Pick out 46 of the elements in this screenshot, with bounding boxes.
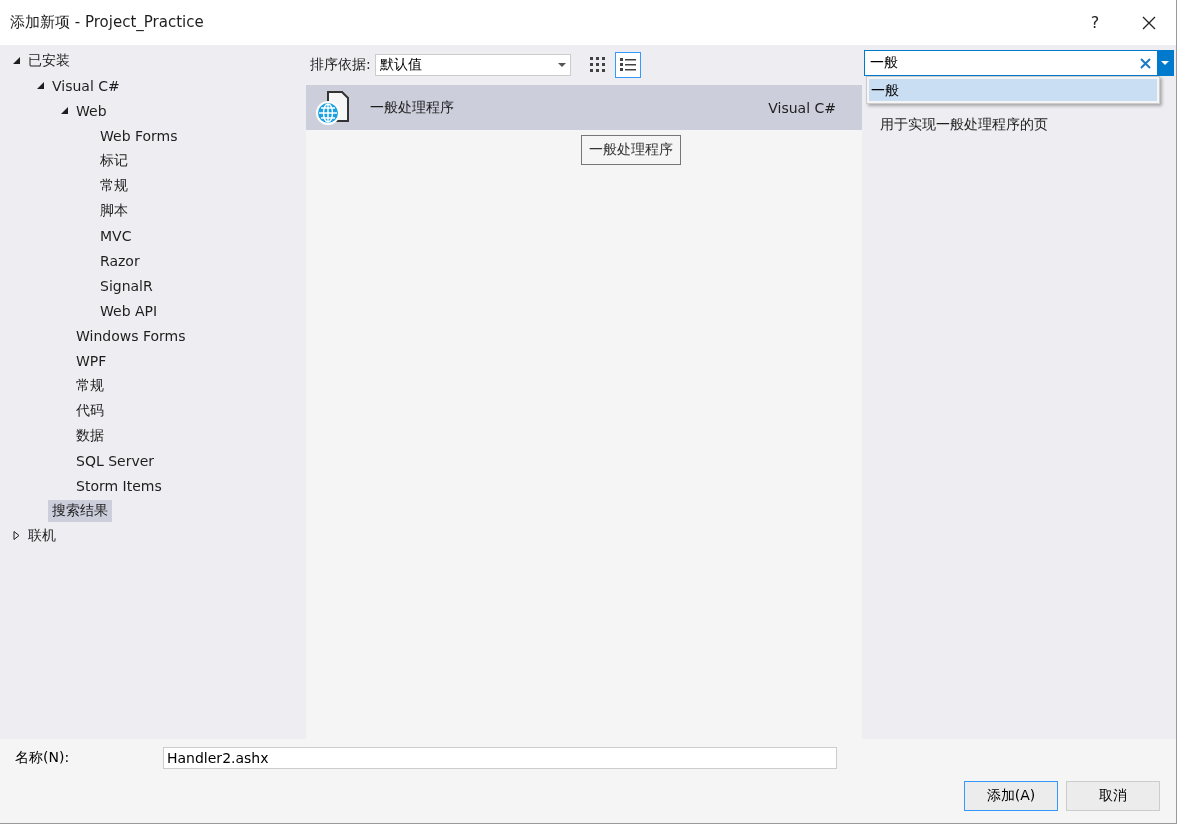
tree-item[interactable]: Razor [96,250,144,271]
tree-item[interactable]: Visual C# [48,75,124,96]
tree-item[interactable]: Windows Forms [72,325,190,346]
name-field[interactable]: Handler2.ashx [163,747,837,769]
grid-view-icon [589,57,606,73]
tree-item[interactable]: Web API [96,300,162,321]
window-title: 添加新项 - Project_Practice [10,13,205,32]
collapsed-arrow-icon[interactable] [11,531,21,540]
sort-dropdown[interactable]: 默认值 [374,54,571,76]
tree-item[interactable]: 常规 [72,374,108,397]
tree-item[interactable]: SQL Server [72,450,159,471]
expanded-arrow-icon[interactable] [11,56,21,65]
tooltip: 一般处理程序 [581,135,681,165]
tree-item[interactable]: 联机 [24,524,60,547]
tree-item[interactable]: 脚本 [96,199,132,222]
close-icon [1142,15,1156,30]
tree-item[interactable]: 已安装 [24,49,74,72]
expanded-arrow-icon[interactable] [59,106,69,115]
tree-item[interactable]: 搜索结果 [48,499,112,522]
caret-icon [557,63,566,67]
dropdown-button[interactable] [1157,51,1173,75]
help-button[interactable]: ? [1068,0,1122,45]
name-label: 名称(N): [15,749,71,767]
tree-item[interactable]: WPF [72,350,111,371]
tree-item[interactable]: MVC [96,225,136,246]
caret-icon [1161,61,1169,65]
template-description: 用于实现一般处理程序的页 [879,116,1049,134]
tree-item[interactable]: Web [72,100,111,121]
cancel-button[interactable]: 取消 [1066,781,1160,811]
view-toggle-button[interactable] [614,52,641,78]
tree-item[interactable]: Storm Items [72,475,166,496]
tree-item[interactable]: 数据 [72,424,108,447]
globe-document-icon [314,88,352,127]
list-view-icon [619,57,636,73]
add-button[interactable]: 添加(A) [964,781,1058,811]
expanded-arrow-icon[interactable] [35,81,45,90]
sort-label: 排序依据: [310,56,371,74]
tree-item[interactable]: SignalR [96,275,157,296]
search-field[interactable]: 一般 [864,50,1174,76]
clear-icon[interactable] [1140,57,1151,69]
tree-item[interactable]: Web Forms [96,125,182,146]
tree-item[interactable]: 常规 [96,174,132,197]
template-item[interactable]: 一般处理程序 Visual C# [306,85,862,130]
tree-item[interactable]: 标记 [96,149,132,172]
suggestion-item[interactable]: 一般 [869,79,1157,101]
tree-item[interactable]: 代码 [72,399,108,422]
